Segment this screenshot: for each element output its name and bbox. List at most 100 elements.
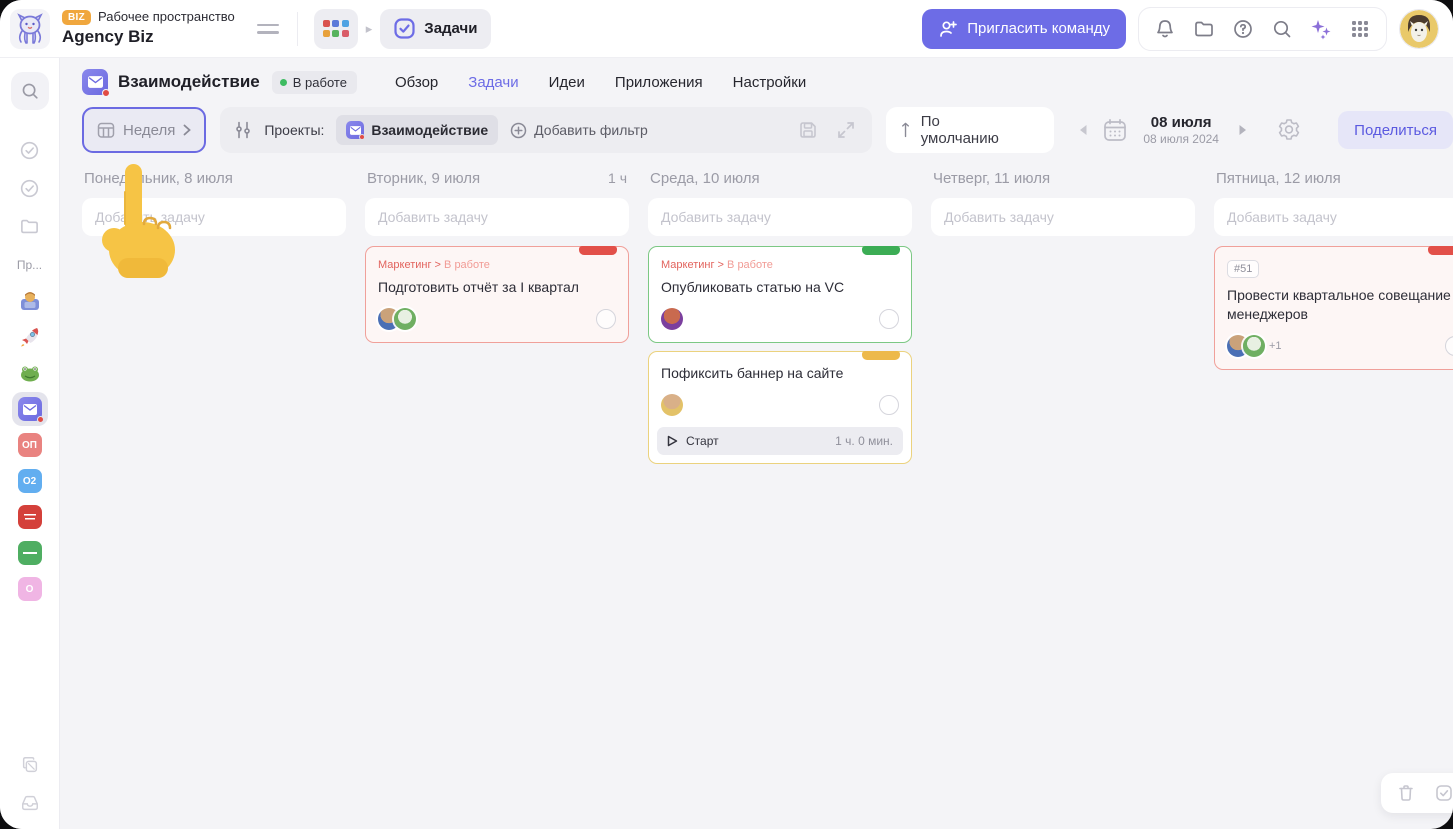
project-o2-badge: О2: [17, 469, 42, 493]
task-card[interactable]: Маркетинг > В работе Опубликовать статью…: [648, 246, 912, 343]
support-emoji-icon: [20, 292, 39, 310]
complete-checkbox[interactable]: [879, 308, 899, 329]
prev-week-button[interactable]: [1074, 120, 1092, 140]
task-card[interactable]: Маркетинг > В работе Подготовить отчёт з…: [365, 246, 629, 343]
add-task-input[interactable]: [931, 198, 1195, 236]
sidebar-project-red-logo[interactable]: [12, 500, 48, 534]
green-logo-icon: [17, 541, 42, 565]
date-current: 08 июля: [1150, 113, 1212, 131]
sidebar-projects-label: Пр...: [16, 258, 43, 272]
add-task-input[interactable]: [82, 198, 346, 236]
view-mode-button[interactable]: Неделя: [82, 107, 207, 153]
notifications-button[interactable]: [1153, 17, 1177, 41]
column-title: Пятница, 12 июля: [1216, 170, 1341, 187]
trash-icon: [1399, 785, 1413, 801]
sidebar-project-frog[interactable]: [12, 356, 48, 390]
services-button[interactable]: [1348, 17, 1372, 41]
menu-toggle-icon[interactable]: [256, 23, 279, 34]
sliders-icon[interactable]: [234, 121, 252, 139]
card-title: Провести квартальное совещание менеджеро…: [1227, 287, 1451, 322]
files-button[interactable]: [1192, 17, 1216, 41]
project-filter-chip[interactable]: Взаимодействие: [336, 115, 499, 145]
triangle-left-icon: [1080, 124, 1087, 135]
column-hours: 1 ч: [608, 170, 627, 186]
sidebar-assigned-button[interactable]: [18, 176, 42, 200]
board-settings-button[interactable]: [1276, 117, 1302, 143]
sidebar-project-rocket[interactable]: [12, 320, 48, 354]
sort-label: По умолчанию: [920, 113, 999, 147]
timer-bar[interactable]: Старт 1 ч. 0 мин.: [657, 426, 903, 455]
project-header: Взаимодействие В работе Обзор Задачи Иде…: [60, 58, 1453, 106]
sidebar-project-support[interactable]: [12, 284, 48, 318]
person-plus-icon: [940, 20, 958, 37]
add-task-input[interactable]: [648, 198, 912, 236]
date-display[interactable]: 08 июля 08 июля 2024: [1138, 114, 1224, 146]
search-button[interactable]: [1270, 17, 1294, 41]
assignee-avatars: [661, 393, 683, 416]
envelope-icon: [17, 397, 44, 423]
filters-bar: Проекты: Взаимодействие Добавить фильтр: [220, 107, 872, 153]
tab-overview[interactable]: Обзор: [395, 74, 438, 91]
sidebar-project-interaction[interactable]: [11, 392, 48, 426]
tab-tasks[interactable]: Задачи: [468, 74, 518, 91]
copy-icon: [22, 757, 37, 773]
gear-icon: [1278, 119, 1300, 140]
workspace-name[interactable]: Agency Biz: [62, 27, 235, 47]
save-icon: [799, 122, 816, 138]
avatar: [661, 307, 683, 330]
card-title: Опубликовать статью на VC: [661, 279, 845, 295]
sidebar-project-op[interactable]: ОП: [12, 428, 48, 462]
tab-settings[interactable]: Настройки: [733, 74, 807, 91]
sidebar-folders-button[interactable]: [18, 214, 42, 238]
search-icon: [22, 83, 38, 99]
apps-launcher-button[interactable]: [313, 8, 358, 49]
calendar-icon[interactable]: [1102, 117, 1128, 143]
priority-notch: [1428, 246, 1453, 255]
workspace-info: BIZ Рабочее пространство Agency Biz: [62, 9, 235, 47]
floating-actions: [1381, 773, 1453, 813]
add-task-input[interactable]: [365, 198, 629, 236]
help-button[interactable]: [1231, 17, 1255, 41]
project-title: Взаимодействие: [118, 72, 260, 91]
complete-checkbox[interactable]: [1445, 335, 1453, 356]
invite-team-label: Пригласить команду: [967, 20, 1110, 37]
next-week-button[interactable]: [1234, 120, 1252, 140]
task-card[interactable]: #51 Провести квартальное совещание менед…: [1214, 246, 1453, 370]
sort-arrow-icon: [901, 122, 909, 138]
cards-list: Маркетинг > В работе Опубликовать статью…: [648, 246, 912, 464]
sidebar-my-tasks-button[interactable]: [18, 138, 42, 162]
date-full: 08 июля 2024: [1143, 131, 1219, 146]
sidebar-search-button[interactable]: [10, 72, 49, 110]
task-card[interactable]: Пофиксить баннер на сайте Старт 1 ч. 0 м…: [648, 350, 912, 464]
project-envelope-icon: [82, 69, 110, 97]
save-view-button[interactable]: [796, 118, 820, 142]
tab-ideas[interactable]: Идеи: [549, 74, 585, 91]
add-filter-button[interactable]: Добавить фильтр: [510, 122, 648, 139]
tab-apps[interactable]: Приложения: [615, 74, 703, 91]
complete-checkbox[interactable]: [596, 308, 616, 329]
expand-button[interactable]: [834, 118, 858, 142]
trash-button[interactable]: [1394, 781, 1418, 805]
sidebar-copy-button[interactable]: [18, 753, 42, 777]
share-button[interactable]: Поделиться: [1338, 111, 1453, 149]
add-task-input[interactable]: [1214, 198, 1453, 236]
complete-checkbox[interactable]: [879, 394, 899, 415]
sidebar-project-o[interactable]: О: [12, 572, 48, 606]
ai-assistant-button[interactable]: [1309, 17, 1333, 41]
column-friday: Пятница, 12 июля #51 Провести квартально…: [1214, 170, 1453, 829]
invite-team-button[interactable]: Пригласить команду: [922, 8, 1126, 49]
column-tuesday: Вторник, 9 июля 1 ч Маркетинг > В работе…: [365, 170, 629, 829]
sidebar-inbox-button[interactable]: [18, 791, 42, 815]
project-status-badge[interactable]: В работе: [271, 70, 357, 94]
nav-tab-tasks[interactable]: Задачи: [380, 8, 492, 49]
sidebar-project-o2[interactable]: О2: [12, 464, 48, 498]
complete-all-button[interactable]: [1432, 781, 1453, 805]
assignee-avatars: +1: [1227, 334, 1282, 357]
workspace-logo[interactable]: [10, 8, 50, 49]
user-avatar[interactable]: [1399, 8, 1439, 49]
toolbar: Неделя Проекты: Взаимодействие Добавить …: [60, 106, 1453, 154]
bell-icon: [1157, 19, 1173, 37]
sidebar-project-green-logo[interactable]: [12, 536, 48, 570]
sort-dropdown[interactable]: По умолчанию: [885, 107, 1055, 153]
triangle-right-icon: [1239, 124, 1247, 135]
